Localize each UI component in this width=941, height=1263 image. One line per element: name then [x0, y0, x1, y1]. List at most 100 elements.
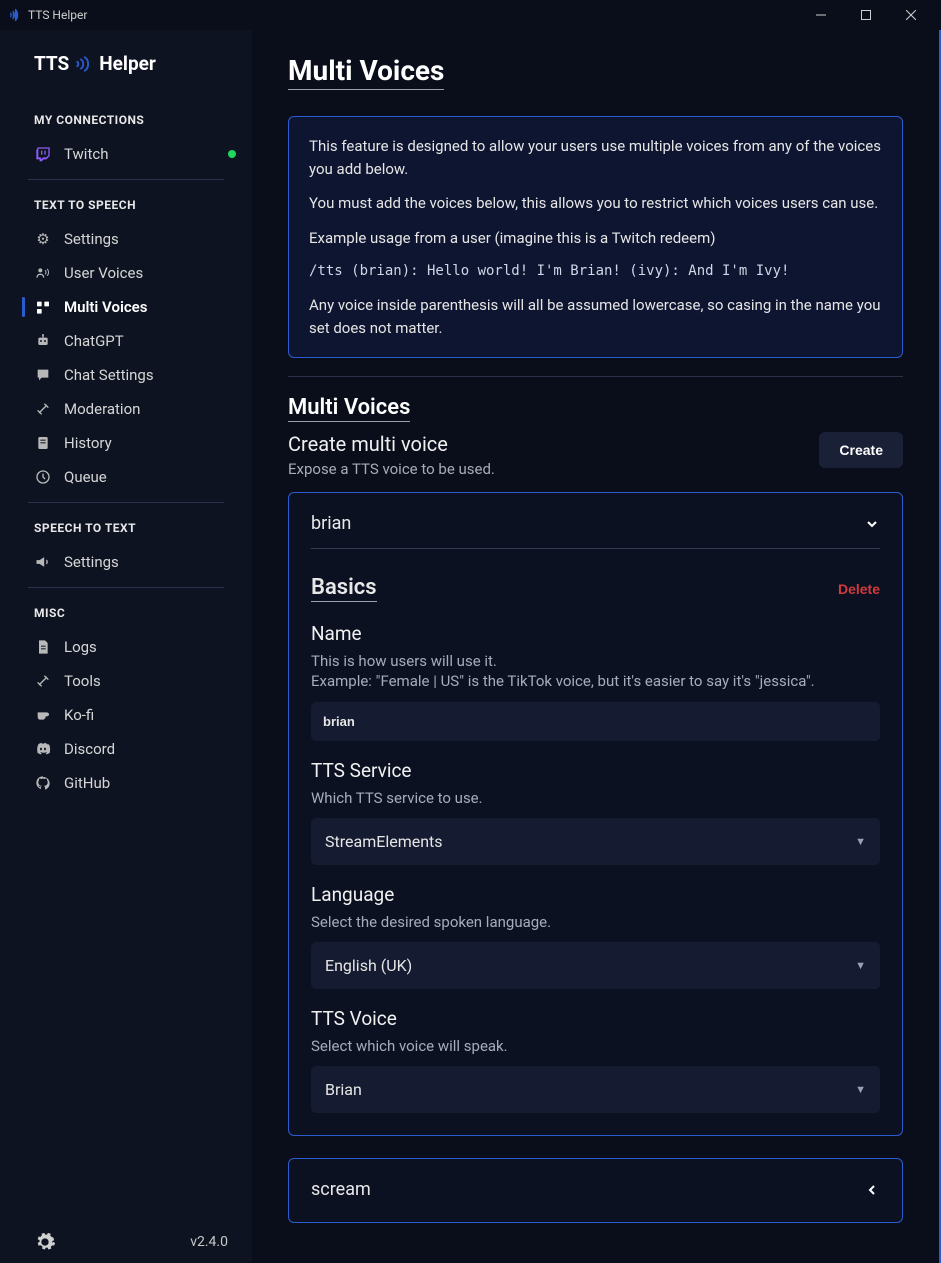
field-label: TTS Service	[311, 759, 880, 782]
dropdown-triangle-icon: ▼	[855, 959, 866, 972]
sidebar-item-user-voices[interactable]: User Voices	[0, 256, 252, 290]
minimize-button[interactable]	[798, 0, 843, 30]
sidebar-item-label: Chat Settings	[64, 366, 154, 384]
sidebar-item-label: Queue	[64, 468, 107, 486]
app-logo: TTS Helper	[0, 52, 252, 103]
sidebar-item-moderation[interactable]: Moderation	[0, 392, 252, 426]
robot-icon	[34, 332, 52, 350]
voice-card-scream: scream	[288, 1158, 903, 1223]
sidebar-item-tools[interactable]: Tools	[0, 664, 252, 698]
section-connections-label: MY CONNECTIONS	[0, 103, 252, 137]
language-select[interactable]: English (UK) ▼	[311, 942, 880, 989]
field-tts-voice: TTS Voice Select which voice will speak.…	[311, 1007, 880, 1113]
sidebar-item-label: History	[64, 434, 112, 452]
chevron-down-icon	[864, 516, 880, 532]
section-title: Multi Voices	[288, 395, 410, 422]
sidebar-item-label: Tools	[64, 672, 101, 690]
page-title: Multi Voices	[288, 54, 444, 90]
voice-icon	[34, 264, 52, 282]
voice-name-label: scream	[311, 1179, 371, 1200]
sidebar-item-label: Ko-fi	[64, 706, 94, 724]
delete-button[interactable]: Delete	[838, 581, 880, 597]
megaphone-icon	[34, 553, 52, 571]
version-label: v2.4.0	[190, 1234, 228, 1250]
close-button[interactable]	[888, 0, 933, 30]
voice-card-header[interactable]: brian	[311, 513, 880, 549]
divider	[288, 376, 903, 377]
sound-wave-icon	[75, 54, 93, 74]
sidebar-item-history[interactable]: History	[0, 426, 252, 460]
sidebar-item-label: GitHub	[64, 774, 110, 792]
sidebar-item-label: Multi Voices	[64, 298, 147, 316]
select-value: StreamElements	[325, 832, 443, 851]
sidebar-item-kofi[interactable]: Ko-fi	[0, 698, 252, 732]
select-value: English (UK)	[325, 956, 412, 975]
sidebar-item-chatgpt[interactable]: ChatGPT	[0, 324, 252, 358]
sidebar-item-chat-settings[interactable]: Chat Settings	[0, 358, 252, 392]
voice-name-label: brian	[311, 513, 351, 534]
sidebar-item-stt-settings[interactable]: Settings	[0, 545, 252, 579]
sidebar-item-github[interactable]: GitHub	[0, 766, 252, 800]
sidebar-item-label: ChatGPT	[64, 332, 124, 350]
logo-text-tts: TTS	[34, 52, 69, 75]
divider	[28, 179, 224, 180]
sidebar-item-discord[interactable]: Discord	[0, 732, 252, 766]
settings-gear-icon[interactable]	[34, 1231, 56, 1253]
twitch-icon	[34, 145, 52, 163]
field-desc: Select which voice will speak.	[311, 1036, 880, 1056]
voice-card-brian: brian Basics Delete Name This is how use…	[288, 492, 903, 1136]
info-box: This feature is designed to allow your u…	[288, 116, 903, 358]
voice-name-input[interactable]	[311, 702, 880, 741]
sidebar-item-tts-settings[interactable]: ⚙ Settings	[0, 222, 252, 256]
file-icon	[34, 638, 52, 656]
field-label: TTS Voice	[311, 1007, 880, 1030]
select-value: Brian	[325, 1080, 362, 1099]
voice-card-header[interactable]: scream	[311, 1179, 880, 1200]
maximize-button[interactable]	[843, 0, 888, 30]
sidebar-item-logs[interactable]: Logs	[0, 630, 252, 664]
field-tts-service: TTS Service Which TTS service to use. St…	[311, 759, 880, 865]
divider	[28, 587, 224, 588]
title-bar: TTS Helper	[0, 0, 941, 30]
sidebar-item-label: Settings	[64, 230, 119, 248]
info-text: Example usage from a user (imagine this …	[309, 227, 882, 250]
sidebar: TTS Helper MY CONNECTIONS Twitch TEXT TO…	[0, 30, 252, 1263]
divider	[28, 502, 224, 503]
github-icon	[34, 774, 52, 792]
info-text: Any voice inside parenthesis will all be…	[309, 294, 882, 339]
basics-title: Basics	[311, 575, 377, 602]
multi-voice-icon	[34, 298, 52, 316]
clock-icon	[34, 468, 52, 486]
field-name: Name This is how users will use it. Exam…	[311, 622, 880, 741]
tts-service-select[interactable]: StreamElements ▼	[311, 818, 880, 865]
coffee-icon	[34, 706, 52, 724]
create-button[interactable]: Create	[819, 432, 903, 468]
section-tts-label: TEXT TO SPEECH	[0, 188, 252, 222]
sidebar-item-twitch[interactable]: Twitch	[0, 137, 252, 171]
section-stt-label: SPEECH TO TEXT	[0, 511, 252, 545]
info-code-example: /tts (brian): Hello world! I'm Brian! (i…	[309, 261, 882, 282]
dropdown-triangle-icon: ▼	[855, 1083, 866, 1096]
field-language: Language Select the desired spoken langu…	[311, 883, 880, 989]
tts-voice-select[interactable]: Brian ▼	[311, 1066, 880, 1113]
chevron-left-icon	[864, 1182, 880, 1198]
sidebar-item-multi-voices[interactable]: Multi Voices	[0, 290, 252, 324]
app-icon	[8, 8, 22, 22]
sidebar-item-label: Twitch	[64, 145, 108, 163]
sidebar-item-label: Discord	[64, 740, 115, 758]
section-desc: Expose a TTS voice to be used.	[288, 460, 495, 478]
wrench-icon	[34, 672, 52, 690]
section-misc-label: MISC	[0, 596, 252, 630]
info-text: You must add the voices below, this allo…	[309, 192, 882, 215]
discord-icon	[34, 740, 52, 758]
field-desc: Select the desired spoken language.	[311, 912, 880, 932]
sidebar-item-queue[interactable]: Queue	[0, 460, 252, 494]
sidebar-item-label: Logs	[64, 638, 97, 656]
history-icon	[34, 434, 52, 452]
gear-icon: ⚙	[34, 230, 52, 248]
main-content: Multi Voices This feature is designed to…	[252, 30, 939, 1263]
dropdown-triangle-icon: ▼	[855, 835, 866, 848]
sidebar-item-label: Moderation	[64, 400, 140, 418]
sidebar-item-label: User Voices	[64, 264, 143, 282]
field-desc: Which TTS service to use.	[311, 788, 880, 808]
